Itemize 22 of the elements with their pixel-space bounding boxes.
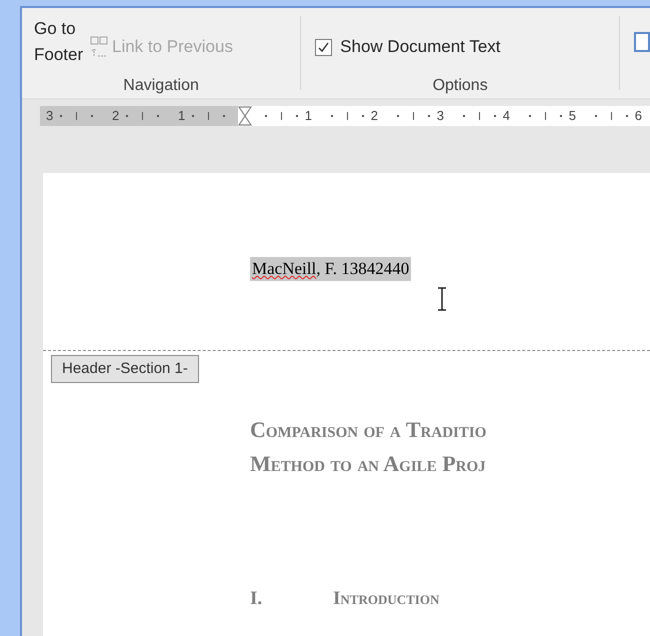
ruler-number: 6 [634, 107, 642, 126]
checkbox-label[interactable]: Show Document Text [340, 34, 500, 60]
title-line: Comparison of a Traditio [250, 416, 488, 444]
ruler-number: 2 [112, 107, 120, 126]
ruler-number: 2 [370, 107, 378, 126]
checkbox[interactable] [315, 38, 332, 56]
ruler-number: 5 [568, 107, 576, 126]
text-cursor-icon [437, 287, 448, 311]
group-label: Navigation [122, 76, 200, 96]
group-label: Options [432, 76, 489, 96]
ruler-number: 1 [178, 107, 186, 126]
title-line: Method to an Agile Proj [250, 450, 487, 478]
go-to-footer-button[interactable]: Go to Footer [34, 16, 90, 68]
ruler-number: 1 [304, 107, 312, 126]
ruler-number: 4 [502, 107, 510, 126]
header-text[interactable]: MacNeill, F. 13842440 [250, 257, 412, 281]
ruler-number: 3 [436, 107, 444, 126]
heading-number: I. [250, 587, 264, 611]
ruler-number: 3 [46, 107, 54, 126]
link-icon [90, 36, 108, 58]
heading-text: Introduction [333, 587, 440, 611]
header-section-label: Header -Section 1- [51, 355, 199, 383]
